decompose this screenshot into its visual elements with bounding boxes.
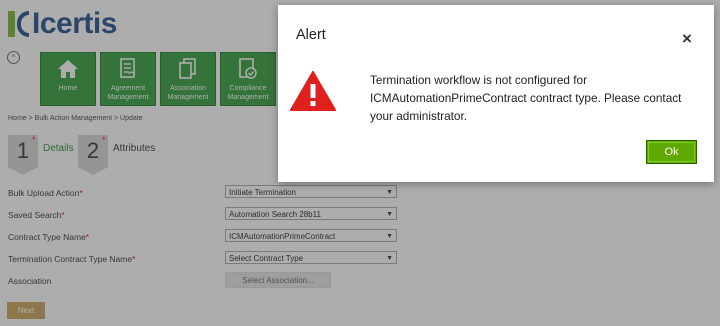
alert-dialog: Alert × Termination workflow is not conf… [278, 5, 714, 182]
alert-message: Termination workflow is not configured f… [370, 73, 682, 123]
alert-title: Alert [296, 27, 326, 43]
warning-triangle-icon [290, 70, 336, 112]
close-icon[interactable]: × [682, 30, 692, 47]
ok-button[interactable]: Ok [646, 140, 697, 164]
